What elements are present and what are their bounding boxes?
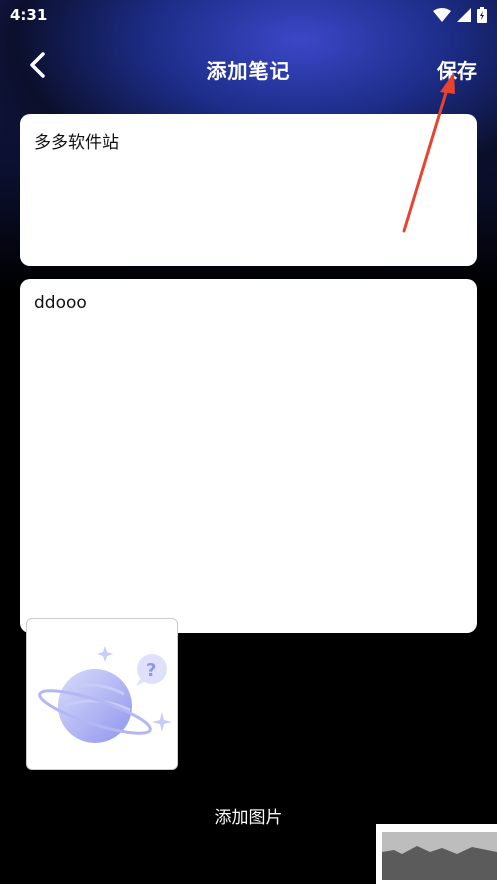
page-title: 添加笔记 <box>206 59 291 83</box>
note-title-text: 多多软件站 <box>34 133 119 153</box>
svg-text:?: ? <box>146 660 156 681</box>
note-title-input[interactable]: 多多软件站 <box>20 114 477 266</box>
battery-icon <box>477 7 487 23</box>
status-time: 4:31 <box>10 6 48 24</box>
landscape-preview-image <box>382 832 497 880</box>
corner-preview <box>376 824 497 884</box>
planet-placeholder-icon: ? <box>38 646 172 743</box>
note-body-input[interactable]: ddooo <box>20 279 477 633</box>
status-bar: 4:31 <box>0 0 497 30</box>
app-header: 添加笔记 保存 <box>0 40 497 94</box>
add-image-thumbnail[interactable]: ? <box>26 618 178 770</box>
signal-icon <box>457 8 471 22</box>
save-button[interactable]: 保存 <box>437 55 477 84</box>
note-body-text: ddooo <box>34 293 87 313</box>
wifi-icon <box>433 8 451 22</box>
